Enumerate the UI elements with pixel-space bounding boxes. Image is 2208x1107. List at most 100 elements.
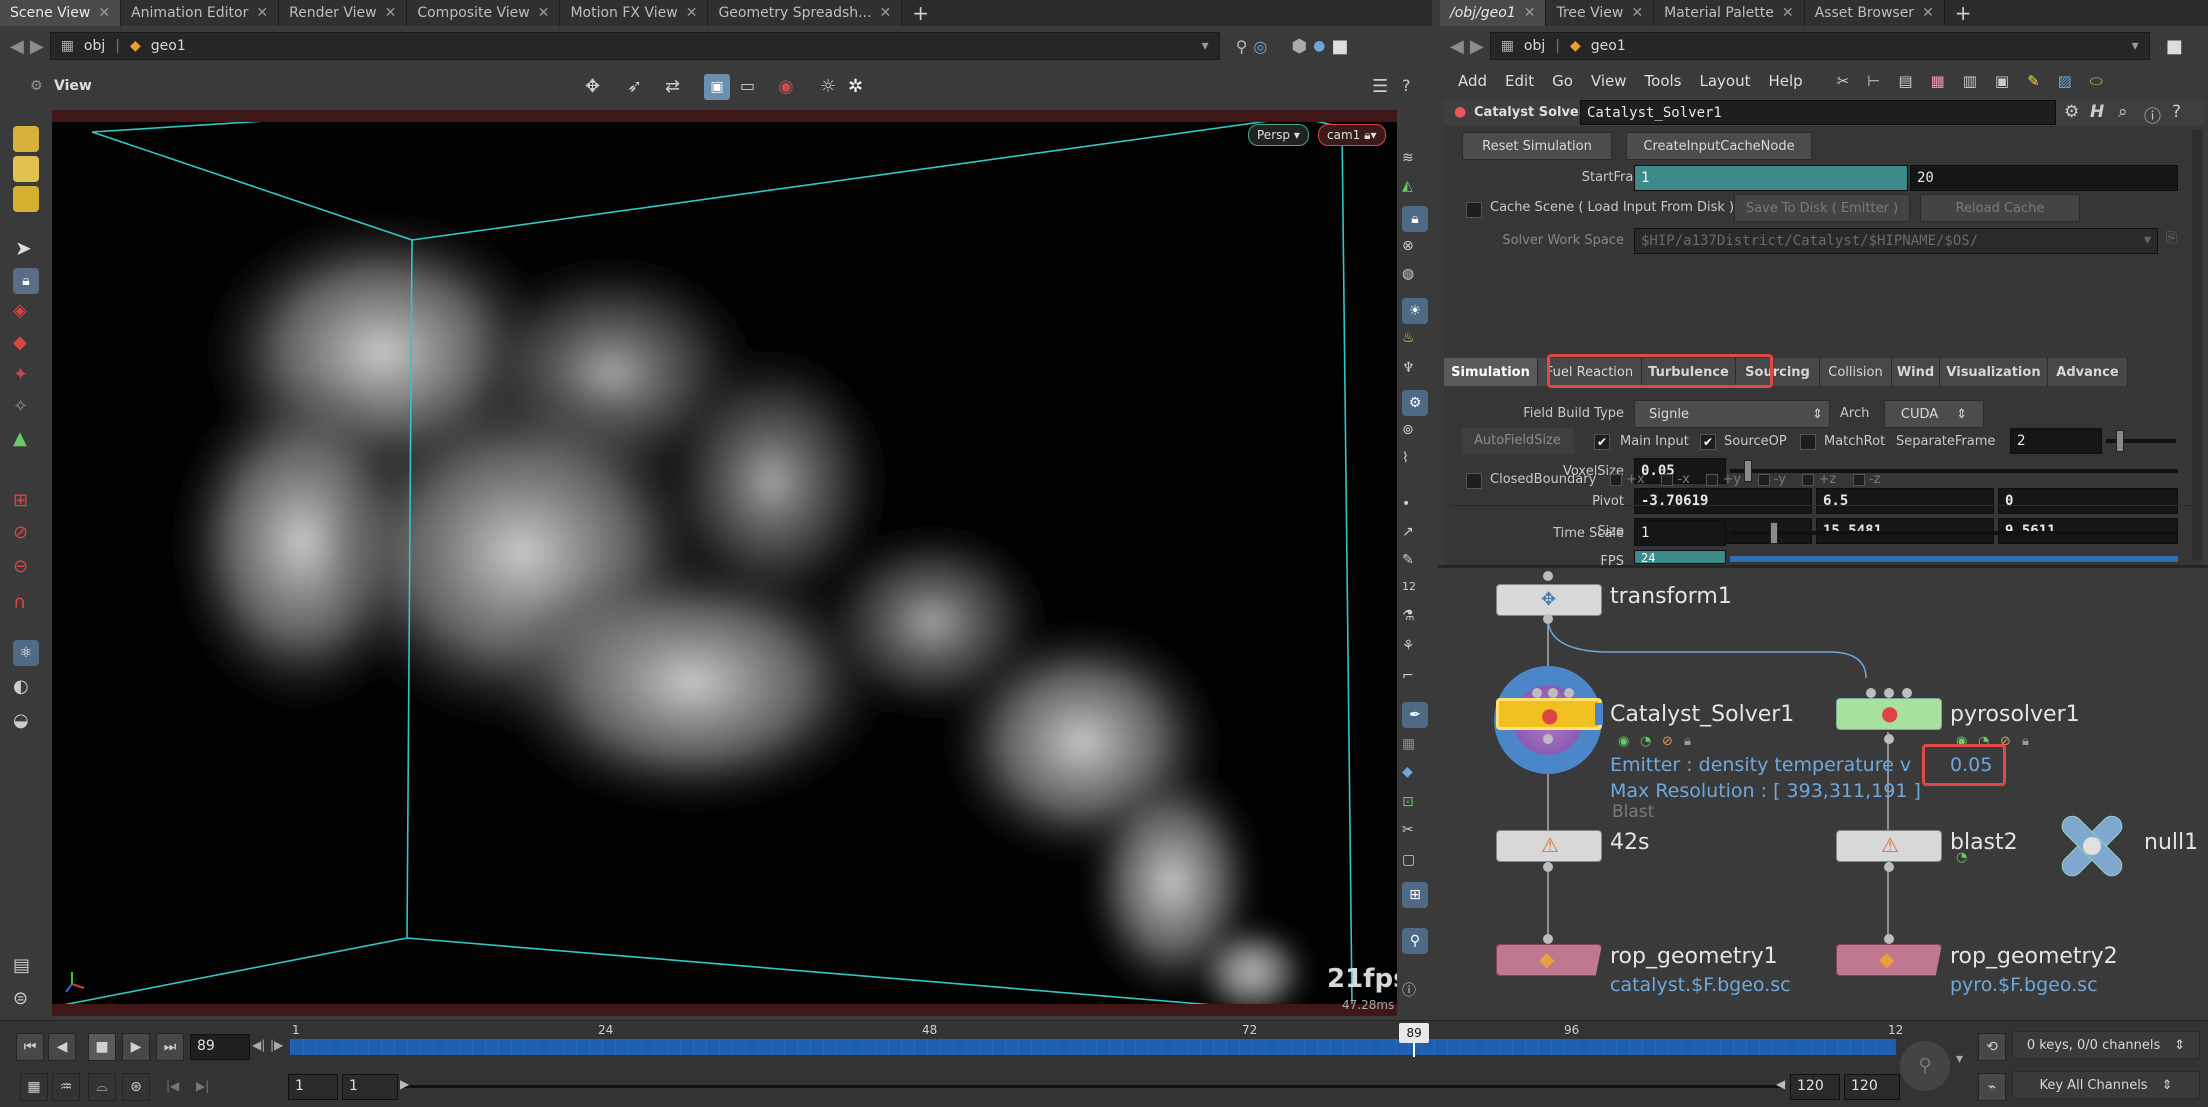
lock-icon[interactable]: 🔒︎ [13, 268, 39, 294]
brush-icon[interactable]: ✎ [1402, 552, 1428, 578]
match-rot-checkbox[interactable] [1800, 434, 1816, 450]
path-field[interactable]: ▦ obj | ◆ geo1 ▾ [49, 32, 1220, 60]
key-sync-button[interactable]: ⟲ [1978, 1033, 2006, 1061]
separate-frame-slider-knob[interactable] [2116, 430, 2124, 452]
hda-icon[interactable]: H [2090, 102, 2104, 122]
menu-add[interactable]: Add [1458, 72, 1487, 90]
create-input-cache-button[interactable]: CreateInputCacheNode [1626, 132, 1812, 160]
menu-help[interactable]: Help [1768, 72, 1802, 90]
blast1-node[interactable]: ⚠ [1496, 830, 1602, 862]
output-connector[interactable] [1543, 614, 1553, 624]
close-icon[interactable]: ✕ [1631, 5, 1643, 21]
add-tab-icon[interactable]: + [1945, 0, 1982, 26]
close-icon[interactable]: ✕ [98, 5, 110, 21]
menu-go[interactable]: Go [1552, 72, 1573, 90]
current-frame-field[interactable]: 89 [190, 1034, 250, 1060]
boundary-pz-checkbox[interactable] [1802, 473, 1815, 486]
bone-icon[interactable]: ✧ [13, 396, 39, 422]
forward-arrow-icon[interactable]: ▶ [30, 36, 44, 57]
flipbook-icon[interactable]: ☼ [820, 76, 836, 97]
work-space-field[interactable]: $HIP/a137District/Catalyst/$HIPNAME/$OS/ [1634, 228, 2158, 254]
view-menu-icon[interactable]: ⚙ [30, 78, 43, 94]
table-icon[interactable]: ▥ [1963, 72, 1977, 90]
headlight-icon[interactable]: ♆ [1402, 360, 1428, 386]
pivot-y-field[interactable]: 6.5 [1816, 488, 1994, 514]
snap-icon[interactable]: ▣ [704, 74, 730, 100]
closed-boundary-checkbox[interactable] [1466, 473, 1482, 489]
tab-composite-view[interactable]: Composite View ✕ [407, 0, 561, 26]
menu-edit[interactable]: Edit [1505, 72, 1534, 90]
pivot-z-field[interactable]: 0 [1998, 488, 2178, 514]
source-op-checkbox[interactable]: ✔ [1700, 434, 1716, 450]
fps-slider[interactable] [1730, 556, 2178, 562]
tab-scene-view[interactable]: Scene View ✕ [0, 0, 122, 26]
object-icon[interactable]: ⬢ [1291, 36, 1307, 57]
menu-tools[interactable]: Tools [1645, 72, 1682, 90]
input-connector[interactable] [1564, 688, 1574, 698]
pin-icon[interactable]: ⚲ [1236, 37, 1248, 56]
input-connector[interactable] [1543, 571, 1553, 581]
paint-icon[interactable]: ⚗ [1402, 608, 1428, 634]
path-root[interactable]: obj [1524, 38, 1545, 54]
rop-geometry1-node[interactable]: ◆ [1496, 944, 1602, 976]
tab-material-palette[interactable]: Material Palette ✕ [1654, 0, 1805, 26]
image-icon[interactable]: ▨ [2058, 72, 2072, 90]
range-end-field-2[interactable]: 120 [1844, 1074, 1900, 1100]
close-icon[interactable]: ✕ [385, 5, 397, 21]
handle-icon[interactable]: ◆ [13, 332, 39, 358]
sphere-icon[interactable]: ● [1313, 38, 1325, 54]
cache-scene-checkbox[interactable] [1466, 202, 1482, 218]
square-icon[interactable]: ■ [2166, 36, 2183, 57]
menu-view[interactable]: View [1591, 72, 1627, 90]
transform-tool-icon[interactable]: ⇄ [665, 76, 680, 97]
param-icon[interactable]: ▣ [1995, 72, 2009, 90]
boundary-nz-checkbox[interactable] [1852, 473, 1865, 486]
chevron-down-icon[interactable]: ▾ [2132, 38, 2139, 54]
help-icon[interactable]: ? [1402, 76, 1411, 95]
info-icon[interactable]: ⓘ [1402, 980, 1428, 1006]
pick-tool-icon[interactable]: ➶ [627, 76, 642, 97]
key-all-channels-button[interactable]: Key All Channels ⇕ [2012, 1071, 2200, 1099]
note-icon[interactable]: ✎ [2027, 72, 2040, 90]
back-arrow-icon[interactable]: ◀ [10, 36, 24, 57]
checker-icon[interactable]: ▦ [1402, 736, 1428, 762]
boundary-py-checkbox[interactable] [1706, 473, 1719, 486]
input-connector[interactable] [1884, 688, 1894, 698]
close-icon[interactable]: ✕ [256, 5, 268, 21]
jump-start-button[interactable]: ⏮ [16, 1033, 44, 1061]
tab-asset-browser[interactable]: Asset Browser ✕ [1804, 0, 1945, 26]
node-network[interactable]: ✥ transform1 ● Catalyst_Solver1 ◉ ◔ ⊘ 🔒︎… [1444, 568, 2208, 1020]
range-start-field-2[interactable]: 1 [342, 1074, 398, 1100]
camera-icon[interactable]: ◈ [13, 300, 39, 326]
square-icon[interactable]: ■ [1331, 36, 1348, 57]
number-icon[interactable]: 12 [1402, 580, 1428, 606]
add-tab-icon[interactable]: + [902, 0, 939, 26]
tab-render-view[interactable]: Render View ✕ [279, 0, 408, 26]
tree-icon[interactable]: ⊢ [1867, 72, 1880, 90]
help-icon[interactable]: ? [2172, 102, 2181, 122]
record-icon[interactable]: ◉ [778, 76, 794, 97]
realtime-icon[interactable]: ▦ [20, 1073, 48, 1101]
blast2-node[interactable]: ⚠ [1836, 830, 1942, 862]
input-connector[interactable] [1532, 688, 1542, 698]
node-name-field[interactable]: Catalyst_Solver1 [1580, 100, 2056, 125]
global-anim-icon[interactable]: ⌓ [88, 1073, 116, 1101]
pyrosolver-node[interactable]: ● [1836, 698, 1942, 730]
path-node[interactable]: geo1 [1591, 38, 1626, 54]
null1-node[interactable] [2052, 806, 2132, 886]
audio-icon[interactable]: ♒ [52, 1073, 80, 1101]
keys-channels-menu[interactable]: 0 keys, 0/0 channels ⇕ [2012, 1031, 2200, 1059]
range-end-handle[interactable]: ◀ [1776, 1077, 1785, 1091]
stack-icon[interactable]: ▤ [13, 955, 39, 981]
display-icon[interactable]: ▭ [740, 76, 755, 95]
shading-icon[interactable]: ◍ [1402, 266, 1428, 292]
reset-simulation-button[interactable]: Reset Simulation [1462, 132, 1612, 160]
reload-cache-button[interactable]: Reload Cache [1920, 194, 2080, 222]
magnet-icon[interactable]: ∩ [13, 592, 39, 618]
scope-icon[interactable]: ⚲ [1900, 1041, 1950, 1091]
tab-visualization[interactable]: Visualization [1940, 358, 2048, 386]
time-scale-field[interactable]: 1 [1634, 520, 1726, 546]
info-icon[interactable]: ⓘ [2144, 102, 2161, 127]
ghost-icon[interactable]: ◭ [1402, 178, 1428, 204]
transform1-node[interactable]: ✥ [1496, 584, 1602, 616]
